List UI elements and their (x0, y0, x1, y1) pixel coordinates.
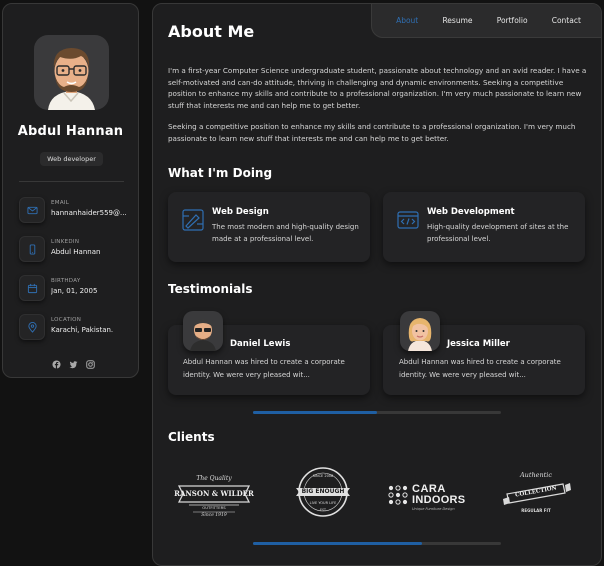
contact-email[interactable]: EMAIL hannanhaider559@... (19, 197, 134, 225)
logo-text: BIG ENOUGH (301, 488, 345, 495)
contact-value[interactable]: Abdul Hannan (51, 248, 129, 256)
client-logo[interactable]: Authentic COLLECTION REGULAR FIT (501, 466, 571, 522)
contact-linkedin[interactable]: LINKEDIN Abdul Hannan (19, 236, 134, 264)
facebook-icon[interactable] (52, 354, 61, 369)
dots-grid-icon (388, 485, 408, 505)
service-description: High-quality development of sites at the… (427, 223, 569, 243)
testimonials-scrollbar[interactable] (253, 411, 501, 414)
logo-text: SINCE 2008 (312, 474, 334, 478)
client-logo[interactable]: The Quality RANSON & WILDER OUTFITTERS S… (173, 466, 255, 522)
logo-text: REGULAR FIT (521, 508, 551, 513)
logo-text: LIVE YOUR LIFE (309, 501, 337, 505)
woman-avatar-icon (408, 318, 432, 351)
logo-text: Unique Furniture Design (412, 507, 455, 511)
contact-label: LINKEDIN (51, 239, 80, 245)
nav-item-resume[interactable]: Resume (442, 16, 472, 25)
scrollbar-thumb[interactable] (253, 411, 377, 414)
client-logo[interactable]: CARA INDOORS Unique Furniture Design (388, 466, 478, 522)
contact-label: EMAIL (51, 200, 70, 206)
section-title-clients: Clients (168, 430, 215, 444)
phone-icon (19, 236, 45, 262)
testimonial-name: Jessica Miller (447, 339, 510, 349)
avatar (34, 35, 109, 110)
code-icon (397, 209, 419, 235)
profile-name: Abdul Hannan (17, 124, 124, 139)
testimonial-text: Abdul Hannan was hired to create a corpo… (399, 358, 561, 379)
navbar: About Resume Portfolio Contact (371, 4, 601, 38)
nav-item-contact[interactable]: Contact (552, 16, 581, 25)
section-title-doing: What I'm Doing (168, 166, 273, 180)
testimonial-name: Daniel Lewis (230, 339, 291, 349)
service-title: Web Development (427, 207, 515, 217)
service-description: The most modern and high-quality design … (212, 223, 359, 243)
location-icon (19, 314, 45, 340)
contact-label: LOCATION (51, 317, 82, 323)
client-logo[interactable]: SINCE 2008 BIG ENOUGH LIVE YOUR LIFE EST (288, 466, 358, 522)
testimonial-avatar (183, 311, 223, 351)
testimonial-avatar (400, 311, 440, 351)
divider (19, 181, 124, 182)
contact-location: LOCATION Karachi, Pakistan. (19, 314, 134, 342)
twitter-icon[interactable] (69, 354, 78, 369)
sidebar: Abdul Hannan Web developer EMAIL hannanh… (2, 3, 139, 378)
social-links (52, 354, 95, 369)
testimonial-text: Abdul Hannan was hired to create a corpo… (183, 358, 345, 379)
service-title: Web Design (212, 207, 269, 217)
design-icon (182, 209, 204, 235)
about-paragraph: Seeking a competitive position to enhanc… (168, 122, 576, 143)
page-title: About Me (168, 22, 255, 41)
mail-icon (19, 197, 45, 223)
contact-value[interactable]: hannanhaider559@... (51, 209, 129, 217)
instagram-icon[interactable] (86, 354, 95, 369)
contact-label: BIRTHDAY (51, 278, 81, 284)
scrollbar-thumb[interactable] (253, 542, 422, 545)
logo-text: INDOORS (412, 494, 466, 506)
contact-value: Jan, 01, 2005 (51, 287, 98, 295)
service-card: Web Development High-quality development… (383, 192, 585, 262)
man-avatar-icon (190, 319, 216, 351)
about-paragraph: I'm a first-year Computer Science underg… (168, 66, 587, 110)
logo-text: OUTFITTERS (202, 505, 226, 510)
logo-text: EST (320, 508, 326, 512)
section-title-testimonials: Testimonials (168, 282, 253, 296)
nav-item-about[interactable]: About (396, 16, 418, 25)
service-card: Web Design The most modern and high-qual… (168, 192, 370, 262)
memoji-avatar-icon (48, 48, 95, 110)
main-content: About Resume Portfolio Contact About Me … (152, 3, 602, 566)
logo-text: Authentic (519, 471, 553, 479)
logo-text: RANSON & WILDER (174, 489, 254, 498)
nav-item-portfolio[interactable]: Portfolio (497, 16, 528, 25)
logo-text: Since 1919 (201, 513, 227, 518)
calendar-icon (19, 275, 45, 301)
contact-birthday: BIRTHDAY Jan, 01, 2005 (19, 275, 134, 303)
job-title-badge: Web developer (40, 152, 103, 166)
clients-scrollbar[interactable] (253, 542, 501, 545)
logo-text: The Quality (196, 475, 232, 482)
contact-value: Karachi, Pakistan. (51, 326, 114, 334)
